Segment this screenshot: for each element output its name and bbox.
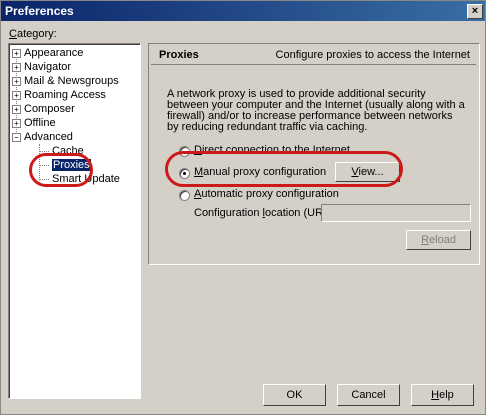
reload-button[interactable]: Reload bbox=[406, 230, 471, 250]
cancel-button[interactable]: Cancel bbox=[337, 384, 400, 406]
expand-icon[interactable]: + bbox=[12, 49, 21, 58]
category-label: Category: bbox=[9, 28, 57, 40]
title-bar[interactable]: Preferences × bbox=[1, 1, 485, 21]
tree-item-label: Roaming Access bbox=[24, 89, 106, 101]
radio-automatic-label[interactable]: Automatic proxy configuration bbox=[194, 188, 339, 200]
close-button[interactable]: × bbox=[467, 4, 483, 19]
highlight-circle-manual-proxy bbox=[165, 151, 403, 187]
expand-icon[interactable]: + bbox=[12, 119, 21, 128]
expand-icon[interactable]: + bbox=[12, 91, 21, 100]
panel-description: Configure proxies to access the Internet bbox=[275, 49, 470, 61]
window-title: Preferences bbox=[5, 4, 74, 18]
panel-header: Proxies Configure proxies to access the … bbox=[151, 46, 476, 65]
expand-icon[interactable]: + bbox=[12, 105, 21, 114]
collapse-icon[interactable]: − bbox=[12, 133, 21, 142]
panel-title: Proxies bbox=[159, 49, 199, 61]
tree-guide bbox=[39, 151, 49, 152]
config-url-input[interactable] bbox=[321, 204, 471, 222]
highlight-circle-proxies bbox=[29, 153, 93, 187]
ok-button[interactable]: OK bbox=[263, 384, 326, 406]
expand-icon[interactable]: + bbox=[12, 63, 21, 72]
help-button[interactable]: Help bbox=[411, 384, 474, 406]
category-tree[interactable]: + Appearance + Navigator + Mail & Newsgr… bbox=[8, 43, 141, 399]
tree-item-label: Composer bbox=[24, 103, 75, 115]
radio-automatic[interactable] bbox=[179, 190, 190, 201]
tree-item-label: Offline bbox=[24, 117, 56, 129]
preferences-dialog: Preferences × Category: + Appearance + N… bbox=[0, 0, 486, 415]
config-url-label: Configuration location (URL): bbox=[194, 207, 336, 219]
proxy-intro-text: A network proxy is used to provide addit… bbox=[167, 88, 465, 133]
tree-item-label: Mail & Newsgroups bbox=[24, 75, 119, 87]
expand-icon[interactable]: + bbox=[12, 77, 21, 86]
tree-item-label: Appearance bbox=[24, 47, 84, 59]
tree-item-label: Advanced bbox=[24, 131, 73, 143]
tree-item-label: Navigator bbox=[24, 61, 72, 73]
